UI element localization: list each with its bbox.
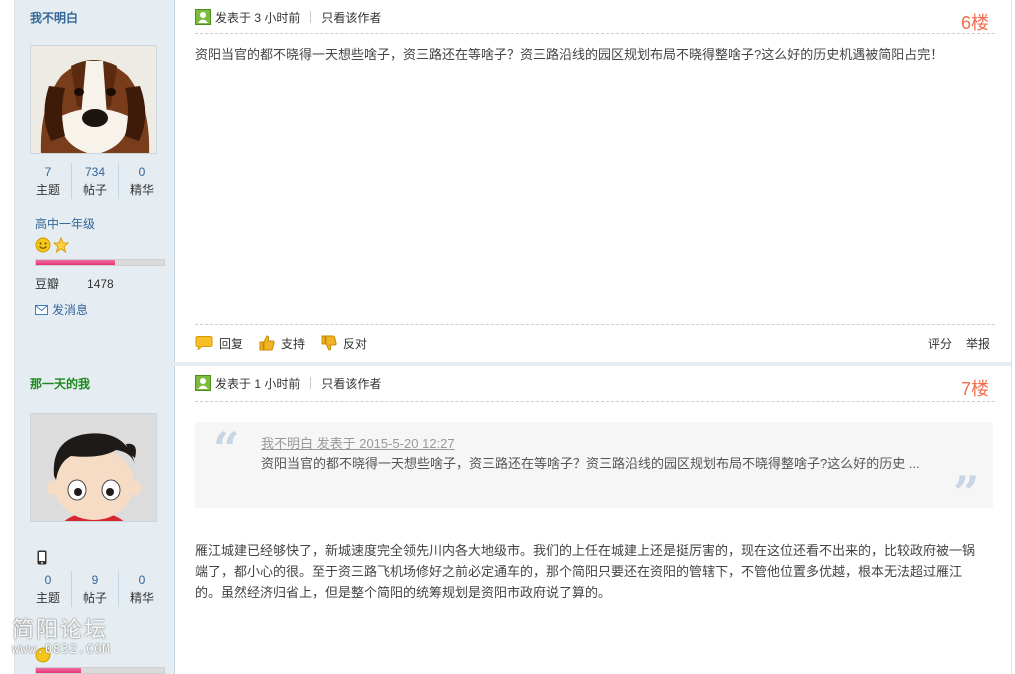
open-quote-icon: “ (213, 422, 240, 476)
stat-topics[interactable]: 7 主题 (25, 163, 72, 199)
stat-digest[interactable]: 0 精华 (119, 163, 165, 199)
author-stats: 7 主题 734 帖子 0 精华 (25, 163, 165, 199)
thumbs-down-icon (321, 335, 337, 351)
post-main: 发表于 1 小时前 只看该作者 7楼 “ 我不明白 发表于 2015-5-20 … (195, 366, 995, 674)
online-user-icon (195, 375, 211, 391)
post-content: 雁江城建已经够快了，新城速度完全领先川内各大地级市。我们的上任在城建上还是挺厉害… (195, 543, 976, 600)
report-button[interactable]: 举报 (966, 335, 990, 352)
quote-text: 资阳当官的都不晓得一天想些啥子，资三路还在等啥子？资三路沿线的园区规划布局不晓得… (261, 456, 920, 471)
oppose-button[interactable]: 反对 (321, 335, 367, 352)
author-stats: 0 主题 9 帖子 0 精华 (25, 571, 165, 607)
meta-divider (310, 11, 312, 23)
post-meta: 发表于 1 小时前 只看该作者 (195, 374, 995, 392)
stat-posts[interactable]: 9 帖子 (72, 571, 119, 607)
level-progress-bar (35, 259, 165, 266)
meta-divider-line (195, 401, 995, 402)
envelope-icon (35, 304, 48, 315)
thread-page: 我不明白 7 主题 734 帖子 0 精华 高中一年级 豆瓣 1478 发消息 … (0, 0, 1015, 674)
post-actions: 回复 支持 反对 评分 举报 (195, 333, 995, 353)
cartoon-boy-avatar-icon (31, 414, 156, 521)
post-actions-right: 评分 举报 (928, 335, 990, 352)
post-time: 发表于 3 小时前 (215, 10, 301, 25)
online-user-icon (195, 9, 211, 25)
meta-divider (310, 377, 312, 389)
support-button[interactable]: 支持 (259, 335, 305, 352)
dog-avatar-icon (31, 46, 156, 153)
close-quote-icon: ” (953, 466, 980, 520)
right-border (1011, 0, 1012, 674)
quote-block: “ 我不明白 发表于 2015-5-20 12:27 资阳当官的都不晓得一天想些… (195, 422, 993, 516)
floor-number[interactable]: 6楼 (961, 9, 989, 35)
stat-posts[interactable]: 734 帖子 (72, 163, 119, 199)
send-message-link[interactable]: 发消息 (35, 301, 88, 318)
thumbs-up-icon (259, 335, 275, 351)
author-name[interactable]: 我不明白 (30, 9, 78, 26)
mobile-phone-icon (37, 550, 47, 568)
smiley-icon (35, 237, 51, 253)
quote-source-link[interactable]: 我不明白 发表于 2015-5-20 12:27 (261, 433, 455, 452)
post-main: 发表于 3 小时前 只看该作者 6楼 资阳当官的都不晓得一天想些啥子，资三路还在… (195, 0, 995, 362)
level-progress-bar (35, 667, 165, 674)
author-sidebar: 我不明白 7 主题 734 帖子 0 精华 高中一年级 豆瓣 1478 发消息 (15, 0, 175, 362)
watermark-url: www.0832.COM (12, 642, 111, 656)
only-author-link[interactable]: 只看该作者 (321, 375, 381, 392)
only-author-link[interactable]: 只看该作者 (321, 9, 381, 26)
post-time: 发表于 1 小时前 (215, 376, 301, 391)
credit-row: 豆瓣 1478 (35, 275, 114, 292)
level-badges (35, 237, 69, 253)
actions-divider-line (195, 324, 995, 325)
post-floor-6: 我不明白 7 主题 734 帖子 0 精华 高中一年级 豆瓣 1478 发消息 … (15, 0, 1011, 362)
post-meta: 发表于 3 小时前 只看该作者 (195, 8, 995, 26)
avatar[interactable] (30, 45, 157, 154)
watermark-text: 简阳论坛 (12, 618, 109, 643)
star-icon (53, 237, 69, 253)
avatar[interactable] (30, 413, 157, 522)
post-content: 资阳当官的都不晓得一天想些啥子，资三路还在等啥子？资三路沿线的园区规划布局不晓得… (195, 47, 944, 62)
meta-divider-line (195, 33, 995, 34)
stat-digest[interactable]: 0 精华 (119, 571, 165, 607)
author-name[interactable]: 那一天的我 (30, 375, 90, 392)
credit-value: 1478 (87, 277, 114, 291)
floor-number[interactable]: 7楼 (961, 375, 989, 401)
forum-watermark: 简阳论坛 www.0832.COM (12, 612, 111, 656)
user-level[interactable]: 高中一年级 (35, 215, 95, 232)
credit-label: 豆瓣 (35, 277, 60, 291)
reply-icon (195, 336, 213, 350)
rate-button[interactable]: 评分 (928, 335, 952, 352)
stat-topics[interactable]: 0 主题 (25, 571, 72, 607)
post-floor-7: 那一天的我 0 主题 9 帖子 0 精华 发表于 1 小时前 只看该作者 7楼 … (15, 366, 1011, 674)
reply-button[interactable]: 回复 (195, 335, 243, 352)
